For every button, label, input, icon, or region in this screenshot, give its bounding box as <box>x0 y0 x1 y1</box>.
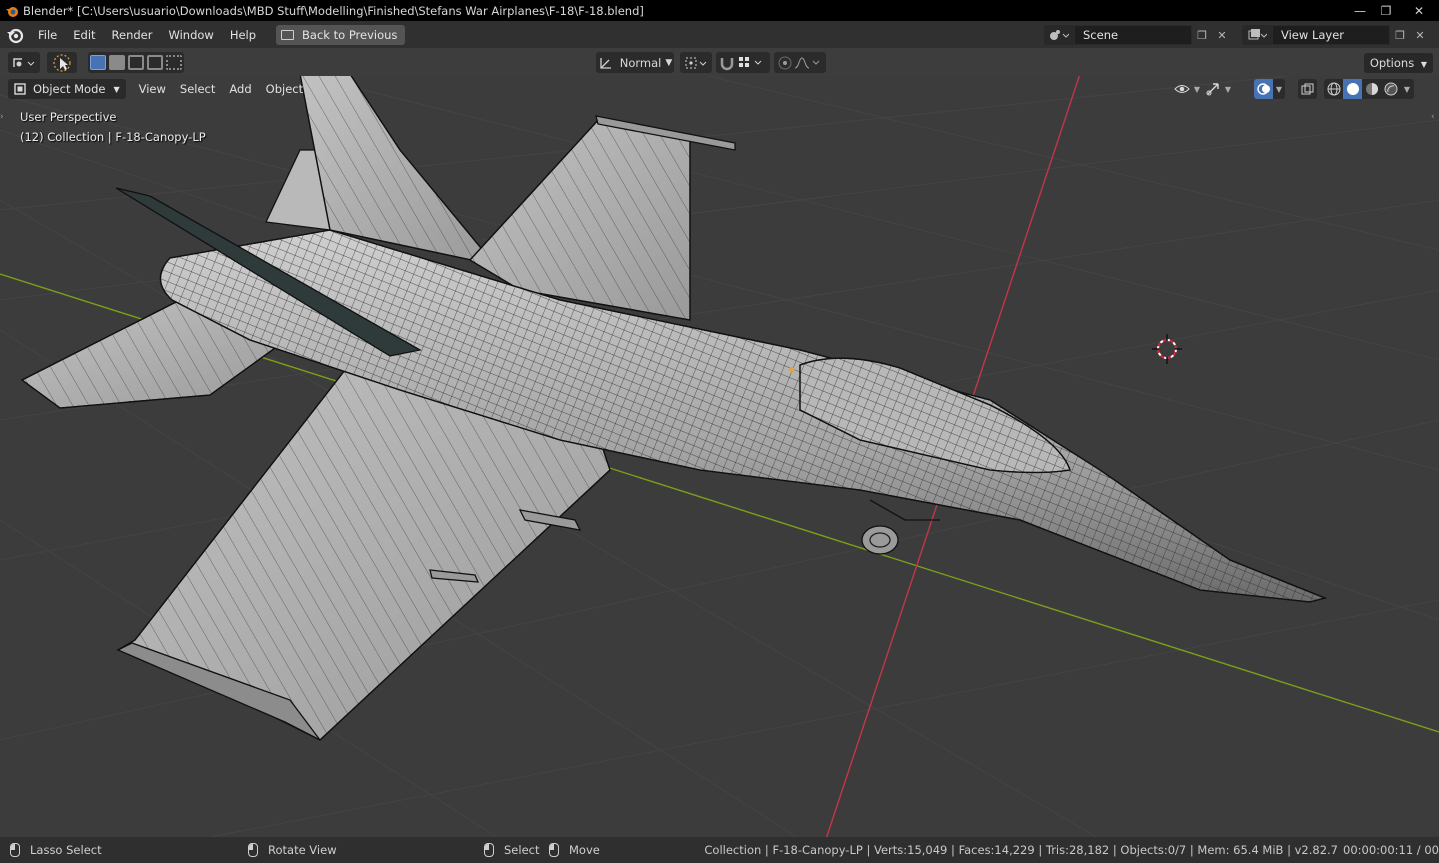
f18-model[interactable] <box>20 76 1328 741</box>
status-rotate-view: Rotate View <box>248 843 337 857</box>
status-lasso-select: Lasso Select <box>10 843 102 857</box>
transform-orientation-label: Normal <box>619 55 662 70</box>
wireframe-shading-icon[interactable] <box>1324 79 1343 99</box>
status-select-label: Select <box>504 843 540 857</box>
menu-file[interactable]: File <box>30 24 65 46</box>
view-layer-selector: View Layer ❐ ✕ <box>1242 25 1430 45</box>
pivot-point-dropdown[interactable] <box>680 52 712 73</box>
snap-increment-icon[interactable] <box>736 55 768 71</box>
viewport-menu-add[interactable]: Add <box>222 79 258 99</box>
proportional-edit-icon[interactable] <box>777 55 793 71</box>
perspective-label: User Perspective <box>20 110 117 124</box>
selection-mode-group <box>88 52 184 73</box>
viewport-menu-view[interactable]: View <box>132 79 173 99</box>
shading-group: ▼ <box>1324 79 1414 99</box>
viewport-scene[interactable] <box>0 76 1439 837</box>
3d-cursor-icon[interactable] <box>1152 334 1182 364</box>
menu-render[interactable]: Render <box>104 24 161 46</box>
object-mode-dropdown[interactable]: Object Mode ▼ <box>8 79 126 99</box>
pivot-icon <box>685 57 707 68</box>
overlay-icon[interactable] <box>1254 79 1273 99</box>
scene-type-icon[interactable] <box>1044 25 1074 45</box>
status-move-label: Move <box>569 843 600 857</box>
solid-shading-icon[interactable] <box>1343 79 1362 99</box>
gizmo-icon[interactable] <box>1203 79 1222 99</box>
mouse-left-icon <box>10 843 20 857</box>
visibility-gizmo-group: ▼ ▼ <box>1172 79 1234 99</box>
chevron-down-icon: ▼ <box>665 57 673 68</box>
editor-type-icon[interactable] <box>8 52 40 73</box>
window-titlebar: Blender* [C:\Users\usuario\Downloads\MBD… <box>0 0 1439 21</box>
options-label: Options <box>1369 56 1415 70</box>
viewport-menu-object[interactable]: Object <box>259 79 310 99</box>
view-layer-type-icon[interactable] <box>1242 25 1272 45</box>
object-mode-label: Object Mode <box>33 82 106 96</box>
chevron-down-icon[interactable]: ▼ <box>1400 79 1414 99</box>
select-intersect-icon[interactable] <box>166 55 182 70</box>
back-to-previous-label: Back to Previous <box>302 27 398 42</box>
view-layer-name-field[interactable]: View Layer <box>1272 25 1390 45</box>
chevron-down-icon[interactable]: ▼ <box>1222 79 1234 99</box>
menu-help[interactable]: Help <box>222 24 264 46</box>
rendered-shading-icon[interactable] <box>1381 79 1400 99</box>
mouse-drag-icon <box>549 843 559 857</box>
menu-edit[interactable]: Edit <box>65 24 103 46</box>
snapping-group <box>716 52 770 73</box>
tool-header: Normal ▼ Options ▼ <box>0 48 1439 76</box>
fullscreen-back-icon <box>281 29 295 40</box>
xray-icon[interactable] <box>1298 79 1317 99</box>
overlay-group: ▼ <box>1254 79 1285 99</box>
status-move: Move <box>549 843 600 857</box>
chevron-down-icon[interactable]: ▼ <box>1191 79 1203 99</box>
viewport-menu-select[interactable]: Select <box>173 79 222 99</box>
status-select: Select <box>484 843 539 857</box>
select-new-icon[interactable] <box>90 55 106 70</box>
select-subtract-icon[interactable] <box>128 55 144 70</box>
blender-app-icon <box>6 6 18 17</box>
material-shading-icon[interactable] <box>1362 79 1381 99</box>
mouse-right-icon <box>484 843 494 857</box>
restore-icon[interactable]: ❐ <box>1373 0 1399 21</box>
chevron-down-icon: ▼ <box>113 84 120 94</box>
collection-label: (12) Collection | F-18-Canopy-LP <box>20 130 206 144</box>
status-lasso-label: Lasso Select <box>30 843 102 857</box>
new-view-layer-icon[interactable]: ❐ <box>1390 25 1410 45</box>
visibility-icon[interactable] <box>1172 79 1191 99</box>
select-invert-icon[interactable] <box>147 55 163 70</box>
xray-group <box>1298 79 1317 99</box>
orientation-icon <box>600 57 611 69</box>
status-rotate-label: Rotate View <box>268 843 337 857</box>
proportional-edit-group <box>774 52 826 73</box>
statusbar: Lasso Select Rotate View Select Move Col… <box>0 837 1439 863</box>
topbar: File Edit Render Window Help Back to Pre… <box>0 21 1439 48</box>
window-title: Blender* [C:\Users\usuario\Downloads\MBD… <box>23 3 644 18</box>
scene-statistics: Collection | F-18-Canopy-LP | Verts:15,0… <box>704 843 1338 857</box>
menu-window[interactable]: Window <box>160 24 221 46</box>
close-icon[interactable]: ✕ <box>1399 0 1439 21</box>
back-to-previous-button[interactable]: Back to Previous <box>276 24 406 45</box>
delete-scene-icon[interactable]: ✕ <box>1212 25 1232 45</box>
select-extend-icon[interactable] <box>109 55 125 70</box>
transform-orientation-dropdown[interactable]: Normal ▼ <box>596 52 674 73</box>
minimize-icon[interactable]: — <box>1347 0 1373 21</box>
scene-name-field[interactable]: Scene <box>1074 25 1192 45</box>
mouse-middle-icon <box>248 843 258 857</box>
object-mode-icon <box>14 83 26 95</box>
options-dropdown[interactable]: Options ▼ <box>1363 53 1433 73</box>
tweak-tool-icon[interactable] <box>47 52 77 73</box>
falloff-curve-icon[interactable] <box>793 55 823 71</box>
delete-view-layer-icon[interactable]: ✕ <box>1410 25 1430 45</box>
chevron-down-icon[interactable]: ▼ <box>1273 79 1285 99</box>
magnet-snap-icon[interactable] <box>718 55 736 71</box>
new-scene-icon[interactable]: ❐ <box>1192 25 1212 45</box>
3d-viewport[interactable]: Object Mode ▼ View Select Add Object Use… <box>0 76 1439 837</box>
sidebar-expand-icon[interactable]: ‹ <box>1431 112 1439 124</box>
blender-logo-icon[interactable] <box>0 21 30 48</box>
scene-selector: Scene ❐ ✕ <box>1044 25 1232 45</box>
viewport-header: Object Mode ▼ View Select Add Object <box>8 78 310 100</box>
chevron-down-icon: ▼ <box>1420 60 1427 69</box>
playback-time: 00:00:00:11 / 00:00 <box>1343 843 1439 857</box>
toolbar-expand-icon[interactable]: › <box>0 112 8 124</box>
